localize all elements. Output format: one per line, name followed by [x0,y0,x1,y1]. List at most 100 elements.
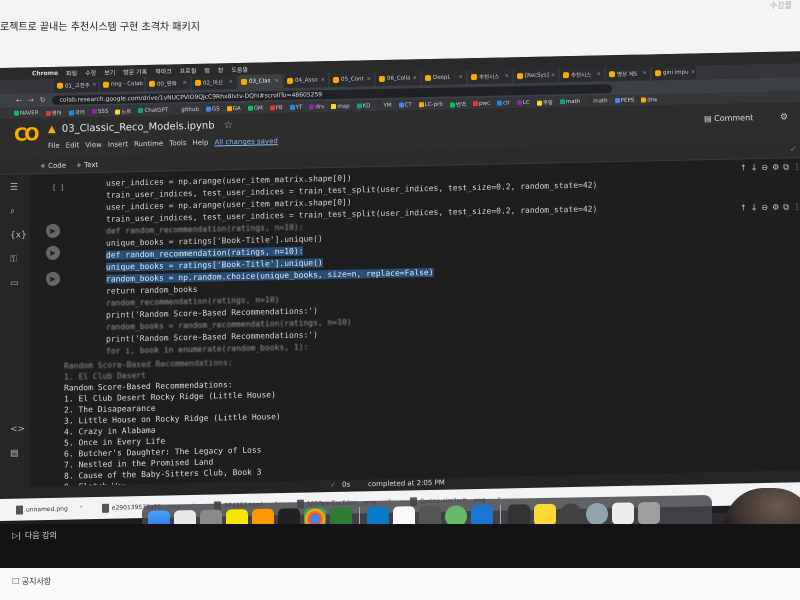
menu-file-colab[interactable]: File [48,142,60,150]
browser-tab[interactable]: ring - Colab× [100,76,144,92]
menu-history[interactable]: 방문 기록 [123,66,147,76]
bookmark-item[interactable]: math [559,98,580,105]
bookmark-item[interactable]: math [587,98,608,104]
trash-icon[interactable] [638,501,660,525]
chevron-up-icon[interactable]: ⌃ [79,505,84,512]
browser-tab[interactable]: 05_Cont × [330,72,374,88]
bookmark-item[interactable]: KD [356,103,370,109]
menu-edit[interactable]: 수정 [85,67,96,76]
run-cell-icon-3[interactable]: ▶ [46,271,60,287]
browser-tab[interactable]: 03_Clas × [238,74,282,90]
notice-label[interactable]: ☐ 공지사항 [12,576,51,587]
bookmark-item[interactable]: LC [516,99,530,106]
bookmark-item[interactable]: GA [226,105,241,112]
bookmark-item[interactable]: PEPS [614,97,634,103]
bookmark-item[interactable]: GM [247,105,263,111]
browser-tab[interactable]: [RecSys] × [514,68,558,84]
notebook-title[interactable]: 03_Classic_Reco_Models.ipynb [62,121,215,135]
next-lecture-row[interactable]: ▷| 다음 강의 [8,530,57,541]
bookmark-item[interactable]: 국어 [68,108,85,116]
changes-saved-link[interactable]: All changes saved [214,137,277,146]
menu-window[interactable]: 창 [218,65,224,74]
tab-close-icon[interactable]: × [642,70,647,76]
document-icon[interactable] [612,502,634,525]
cell-toolbar[interactable]: ↑↓⊖⚙⧉⋮ [740,162,800,173]
bookmark-item[interactable]: FB [269,105,283,111]
tab-close-icon[interactable]: × [182,80,187,86]
bookmark-item[interactable]: ChatGPT [138,107,168,114]
bookmark-item[interactable]: CT [398,102,412,108]
menu-profiles[interactable]: 프로필 [180,65,197,74]
colab-logo-icon[interactable]: CO [14,124,37,145]
menu-icon[interactable]: ☰ [10,183,18,193]
tab-close-icon[interactable]: × [366,76,371,82]
browser-tab[interactable]: DeepL × [422,70,466,86]
forward-icon[interactable]: → [28,96,34,104]
menu-help-colab[interactable]: Help [192,139,208,147]
browser-tab[interactable]: gini impu × [652,65,696,81]
tab-close-icon[interactable]: × [691,69,696,75]
browser-tab[interactable]: 추천시스 × [468,69,512,85]
preview-icon[interactable] [586,502,608,526]
add-code-button[interactable]: + Code [40,161,66,170]
menu-bookmarks[interactable]: 북마크 [155,66,172,75]
run-cell-icon-2[interactable]: ▶ [46,245,60,261]
menu-runtime-colab[interactable]: Runtime [134,140,163,149]
browser-tab[interactable]: 01_고전추 × [54,77,98,93]
menu-file[interactable]: 파일 [66,68,77,77]
menu-view[interactable]: 보기 [104,67,115,76]
bookmark-item[interactable]: SSS [91,108,108,114]
bookmark-item[interactable]: YM [377,102,392,108]
tab-close-icon[interactable]: × [458,74,463,80]
bookmark-item[interactable]: NAVER [14,110,39,117]
bookmark-item[interactable]: 번역 [449,100,466,108]
add-text-button[interactable]: + Text [76,160,98,168]
bookmark-item[interactable]: YT [289,104,302,110]
bookmark-item[interactable]: map [331,103,350,109]
bookmark-item[interactable]: clr [497,100,510,106]
tab-close-icon[interactable]: × [504,73,509,79]
code-snippets-icon[interactable]: <> [10,424,25,434]
notes-icon[interactable] [534,503,556,527]
variables-icon[interactable]: {x} [10,230,27,240]
bookmark-item[interactable]: github [175,106,199,113]
tab-close-icon[interactable]: × [320,77,325,83]
search-icon[interactable]: ⌕ [10,207,15,217]
terminal-icon[interactable]: ▤ [10,449,19,459]
tab-close-icon[interactable]: × [274,78,279,84]
bookmark-item[interactable]: 쿠팡 [536,98,553,106]
tab-close-icon[interactable]: × [596,71,601,77]
menu-edit-colab[interactable]: Edit [66,141,80,149]
comment-button[interactable]: ▤ Comment [704,113,753,123]
browser-tab[interactable]: 02_머신 × [192,75,236,90]
key-icon[interactable]: ⚿ [10,255,17,265]
gear-icon[interactable]: ⚙ [780,112,788,122]
download-item[interactable]: unnamed.png ⌃ [16,504,84,515]
connected-check-icon[interactable]: ✓ [790,144,797,153]
menu-tab[interactable]: 탭 [204,65,210,74]
browser-tab[interactable]: 00_판독 × [146,76,190,91]
bookmark-item[interactable]: 노트 [115,107,131,115]
tab-close-icon[interactable]: × [228,79,233,85]
cell-toolbar-2[interactable]: ↑↓⊖⚙⧉⋮ [740,202,800,213]
menu-app-chrome[interactable]: Chrome [32,69,58,77]
folder-icon[interactable]: ▭ [10,279,19,289]
browser-tab[interactable]: 명상 제5 × [606,66,650,82]
menu-help[interactable]: 도움말 [231,64,248,73]
tab-close-icon[interactable]: × [92,82,97,88]
browser-tab[interactable]: 추천시스 × [560,67,604,83]
tab-close-icon[interactable]: × [551,72,556,78]
menu-view-colab[interactable]: View [85,141,102,149]
tab-close-icon[interactable]: × [412,75,417,81]
bookmark-item[interactable]: GS [205,106,220,112]
bookmark-item[interactable]: drw [641,97,658,103]
bookmark-item[interactable]: drv [309,104,324,110]
browser-tab[interactable]: 06_Colla × [376,71,420,87]
back-icon[interactable]: ← [16,97,22,105]
menu-tools-colab[interactable]: Tools [169,139,186,147]
bookmark-item[interactable]: pwc [473,100,490,106]
star-icon[interactable]: ☆ [224,120,233,131]
run-cell-icon[interactable]: ▶ [46,223,60,239]
browser-tab[interactable]: 04_Asso × [284,73,328,89]
bookmark-item[interactable]: 영어 [45,108,62,116]
